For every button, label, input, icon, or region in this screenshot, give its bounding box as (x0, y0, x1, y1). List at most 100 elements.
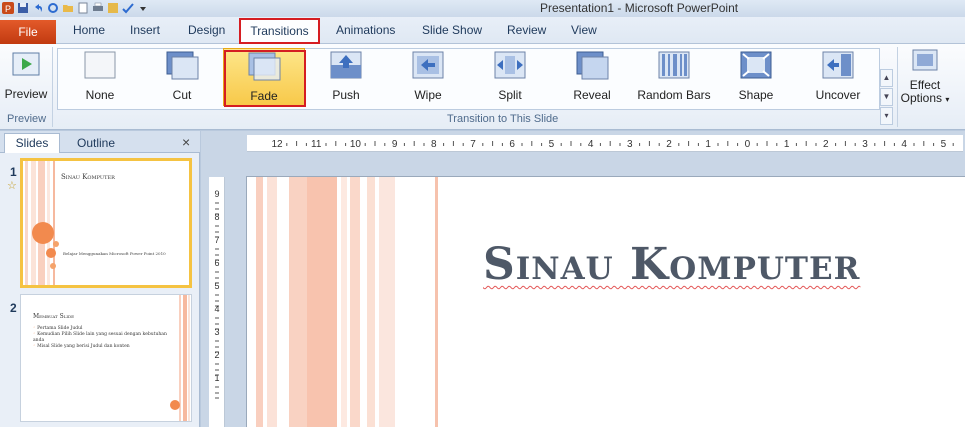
tab-file[interactable]: File (0, 20, 56, 44)
group-divider (52, 47, 53, 127)
vertical-ruler[interactable]: 9 8 7 6 5 4 3 2 1 (209, 177, 225, 427)
slide-number: 2 (10, 301, 17, 315)
preview-button[interactable]: Preview (4, 48, 48, 110)
split-transition-icon (494, 51, 526, 79)
preview-group-label: Preview (7, 113, 47, 125)
slide-title[interactable]: Sinau Komputer (483, 239, 860, 290)
transition-none[interactable]: None (59, 48, 141, 106)
reveal-transition-icon (576, 51, 609, 80)
tab-home[interactable]: Home (73, 23, 105, 37)
transition-uncover[interactable]: Uncover (797, 48, 879, 106)
effect-options-button[interactable]: Effect Options ▾ (899, 48, 951, 114)
gallery-scroll-controls: ▲ ▼ ▾ (880, 69, 894, 132)
undo-icon[interactable] (32, 2, 44, 14)
ruler-label: 10 (350, 139, 362, 150)
customize-toolbar-icon[interactable] (137, 2, 149, 14)
transition-label: Cut (172, 88, 192, 102)
ruler-label: 8 (431, 139, 437, 150)
preview-label: Preview (4, 87, 48, 101)
quick-access-toolbar: P (2, 1, 149, 15)
tab-review[interactable]: Review (507, 23, 546, 37)
tab-view[interactable]: View (571, 23, 597, 37)
thumbnail-subtitle: Belajar Menggunakan Microsoft Power Poin… (63, 251, 166, 256)
tab-slides[interactable]: Slides (4, 133, 60, 153)
slide-thumbnail-2[interactable]: Membuat Slide ◦ Pertama Slide Judul ◦ Ke… (20, 294, 192, 422)
tab-design[interactable]: Design (188, 23, 225, 37)
slide-stripes-decoration (256, 177, 438, 427)
transition-shape[interactable]: Shape (715, 48, 797, 106)
ruler-label: 9 (214, 189, 219, 199)
ruler-label: 6 (509, 139, 515, 150)
transition-reveal[interactable]: Reveal (551, 48, 633, 106)
gallery-scroll-down-icon[interactable]: ▼ (880, 88, 893, 106)
slide-thumbnail-1[interactable]: Sinau Komputer Belajar Menggunakan Micro… (20, 158, 192, 288)
ruler-ticks: 9 8 7 6 5 4 3 2 1 (214, 189, 220, 399)
ruler-ticks: 12 11 10 9 8 7 6 5 4 3 2 1 0 1 2 3 4 5 (271, 139, 954, 150)
ruler-label: 12 (271, 139, 283, 150)
print-icon[interactable] (92, 2, 104, 14)
ruler-label: 1 (705, 139, 711, 150)
none-transition-icon (84, 51, 116, 79)
horizontal-ruler[interactable]: 12 11 10 9 8 7 6 5 4 3 2 1 0 1 2 3 4 5 (247, 135, 963, 152)
tab-slide-show[interactable]: Slide Show (422, 23, 482, 37)
cut-transition-icon (166, 51, 199, 80)
transition-label: Shape (738, 88, 774, 102)
transition-star-icon: ☆ (7, 180, 17, 192)
transition-label: Uncover (815, 88, 861, 102)
transition-group-label: Transition to This Slide (447, 113, 559, 125)
transition-split[interactable]: Split (469, 48, 551, 106)
ruler-label: 0 (745, 139, 751, 150)
transition-cut[interactable]: Cut (141, 48, 223, 106)
tab-outline[interactable]: Outline (64, 135, 128, 153)
wipe-transition-icon (412, 51, 444, 79)
tab-transitions[interactable]: Transitions (239, 18, 320, 44)
transition-label: Random Bars (637, 88, 711, 102)
pane-tab-bar: Slides Outline × (0, 131, 200, 153)
transition-label: None (85, 88, 115, 102)
tab-insert[interactable]: Insert (130, 23, 160, 37)
format-painter-icon[interactable] (107, 2, 119, 14)
random-bars-transition-icon (658, 51, 690, 79)
ruler-label: 6 (214, 258, 219, 268)
slide-canvas[interactable]: Sinau Komputer (247, 177, 965, 427)
uncover-transition-icon (822, 51, 854, 79)
ruler-label: 2 (666, 139, 672, 150)
shape-transition-icon (740, 51, 772, 79)
thumbnail-title: Sinau Komputer (61, 173, 115, 181)
redo-icon[interactable] (47, 2, 59, 14)
ribbon-tab-bar: File Home Insert Design Transitions Anim… (0, 17, 965, 44)
ruler-label: 3 (627, 139, 633, 150)
slide-editor: 12 11 10 9 8 7 6 5 4 3 2 1 0 1 2 3 4 5 987654321 Sinau Ko… (201, 131, 965, 427)
gallery-more-icon[interactable]: ▾ (880, 107, 893, 125)
ruler-label: 4 (901, 139, 907, 150)
ruler-label: 5 (549, 139, 555, 150)
open-folder-icon[interactable] (62, 2, 74, 14)
ruler-label: 9 (392, 139, 398, 150)
ruler-label: 8 (214, 212, 219, 222)
svg-text:P: P (5, 4, 11, 14)
dropdown-arrow-icon: ▾ (945, 95, 950, 104)
ruler-label: 5 (214, 281, 219, 291)
ruler-label: 7 (214, 235, 219, 245)
list-item: ◦ Misal Slide yang berisi Judul dan kont… (33, 344, 130, 349)
fade-highlight-box (224, 50, 306, 107)
ruler-label: 4 (214, 304, 219, 314)
transition-label: Push (332, 88, 360, 102)
tab-animations[interactable]: Animations (336, 23, 395, 37)
ribbon: Preview Preview None Cut Fade Push Wipe … (0, 44, 965, 130)
gallery-scroll-up-icon[interactable]: ▲ (880, 69, 893, 87)
transition-random-bars[interactable]: Random Bars (633, 48, 715, 106)
spelling-check-icon[interactable] (122, 2, 134, 14)
transition-wipe[interactable]: Wipe (387, 48, 469, 106)
slides-pane: Slides Outline × 1 ☆ Sinau Komputer Bela… (0, 131, 200, 427)
close-pane-icon[interactable]: × (182, 134, 190, 150)
transition-push[interactable]: Push (305, 48, 387, 106)
ruler-label: 7 (470, 139, 476, 150)
effect-options-label-line2: Options (900, 91, 942, 105)
preview-icon (12, 52, 40, 76)
window-title: Presentation1 - Microsoft PowerPoint (540, 1, 739, 15)
new-document-icon[interactable] (77, 2, 89, 14)
group-divider (897, 47, 898, 127)
ruler-label: 2 (823, 139, 829, 150)
save-icon[interactable] (17, 2, 29, 14)
